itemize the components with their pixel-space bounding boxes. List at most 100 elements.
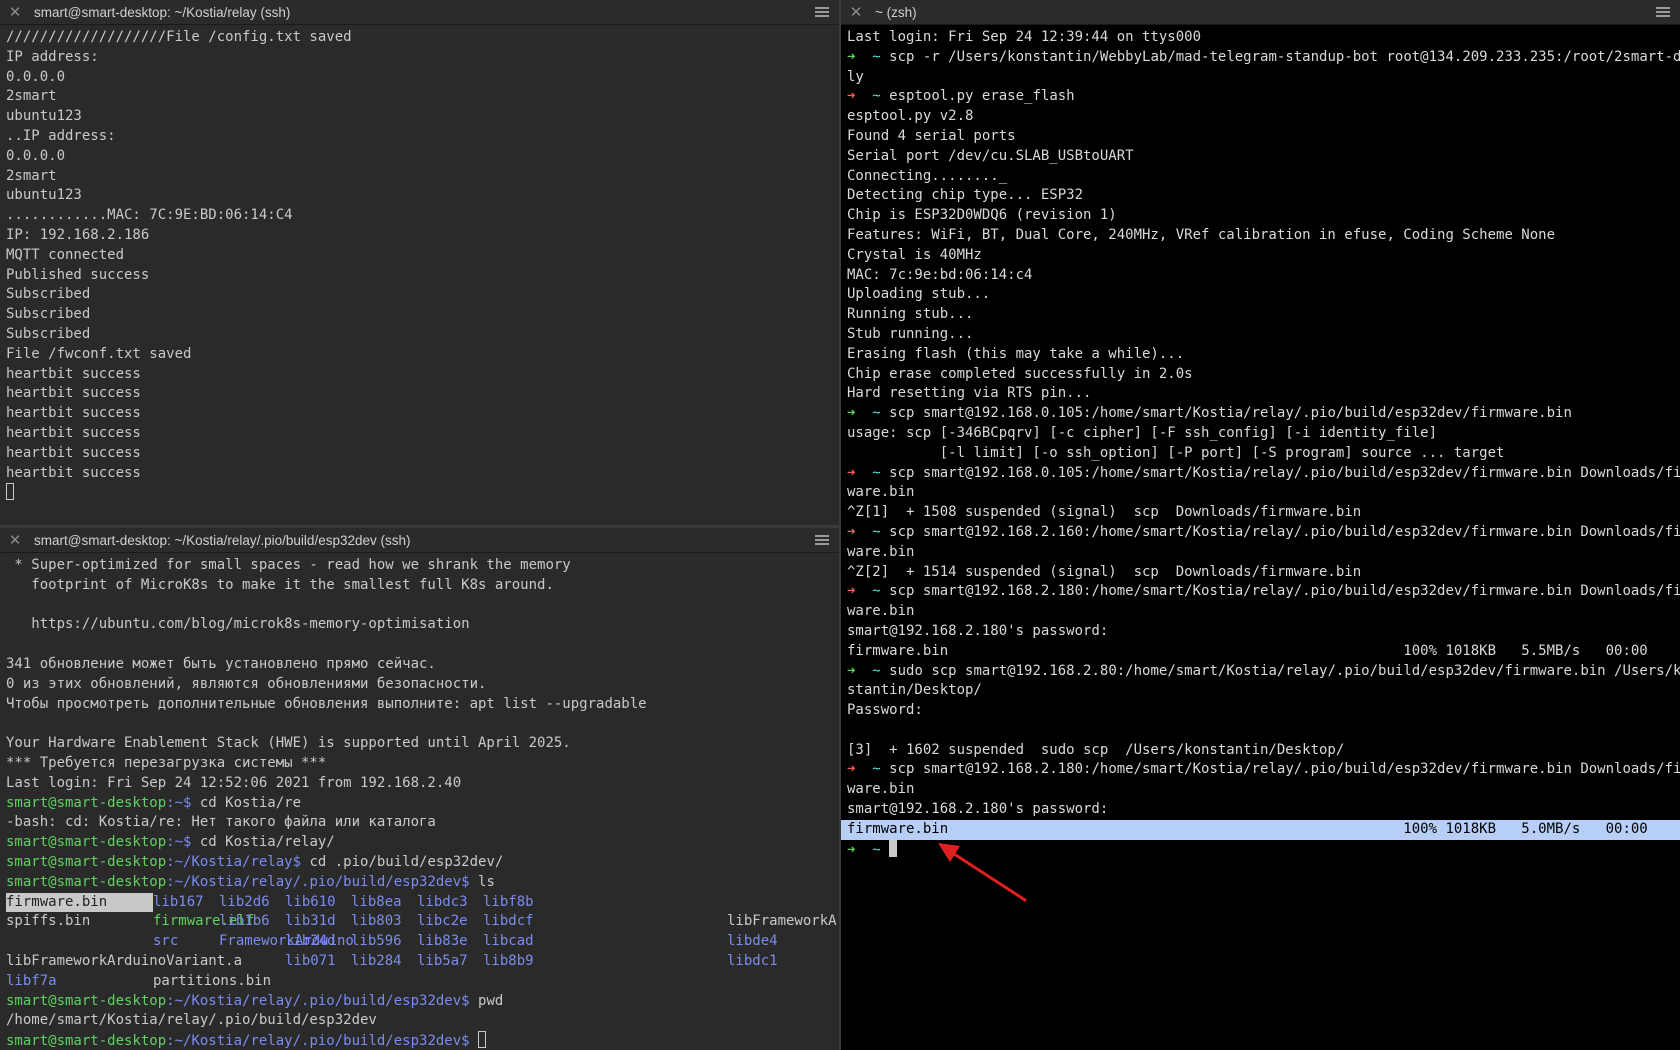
prompt-line: smart@smart-desktop:~/Kostia/relay$ cd .… [6,853,839,873]
output-line: Last login: Fri Sep 24 12:39:44 on ttys0… [847,29,1202,45]
prompt-path: :~/Kostia/relay/.pio/build/esp32dev$ [166,873,479,890]
prompt-dir: ~ [872,841,881,858]
output-line: ..IP address: [6,127,116,144]
close-icon[interactable]: ✕ [6,3,24,21]
terminal-output[interactable]: ///////////////////File /config.txt save… [0,25,839,525]
prompt-dir: ~ [872,464,881,481]
prompt-dir: ~ [872,662,881,679]
status-arrow-icon: ➜ [847,523,856,540]
output-line: [-l limit] [-o ssh_option] [-P port] [-S… [847,444,1505,461]
command-line: ➜ ~ scp smart@192.168.2.180:/home/smart/… [847,760,1680,780]
ls-entry: libcad [483,933,534,950]
output-line: * Super-optimized for small spaces - rea… [6,557,571,573]
close-icon[interactable]: ✕ [6,531,24,549]
pane-top-left[interactable]: ✕ smart@smart-desktop: ~/Kostia/relay (s… [0,0,839,525]
prompt-path: :~$ [166,834,200,851]
terminal-output[interactable]: * Super-optimized for small spaces - rea… [0,553,839,1050]
command-text: scp smart@192.168.0.105:/home/smart/Kost… [889,405,1572,422]
output-line: Connecting........_ [847,167,1008,184]
output-line: ............MAC: 7C:9E:BD:06:14:C4 [6,207,293,224]
output-line: Subscribed [6,306,91,323]
prompt-user: smart@smart-desktop [6,992,167,1009]
output-line: Uploading stub... [847,286,991,303]
command-text: sudo scp smart@192.168.2.80:/home/smart/… [889,662,1680,679]
ls-listing[interactable]: firmware.bin lib167 lib2d6 lib610 lib8ea libd… [6,892,839,992]
prompt-user: smart@smart-desktop [6,794,167,811]
command-text: scp smart@192.168.2.160:/home/smart/Kost… [889,523,1680,540]
pane-titlebar[interactable]: ✕ smart@smart-desktop: ~/Kostia/relay (s… [0,0,839,25]
command-text: esptool.py erase_flash [889,88,1075,105]
hamburger-menu-icon[interactable] [1650,7,1676,17]
pane-bottom-left[interactable]: ✕ smart@smart-desktop: ~/Kostia/relay/.p… [0,528,839,1050]
output-line: Stub running... [847,325,974,342]
prompt-line: smart@smart-desktop:~/Kostia/relay/.pio/… [6,992,839,1012]
ls-entry: libFrameworkArduinoVariant.a [6,952,243,969]
hamburger-menu-icon[interactable] [809,535,835,545]
prompt-dir: ~ [872,48,881,65]
output-line: Чтобы просмотреть дополнительные обновле… [6,695,647,712]
prompt-dir: ~ [872,761,881,778]
ls-entry: libFrameworkArduino.a [727,913,839,930]
cursor [478,1031,487,1049]
command-text: pwd [478,992,504,1009]
output-line: MAC: 7c:9e:bd:06:14:c4 [847,266,1033,283]
command-text: scp smart@192.168.2.180:/home/smart/Kost… [889,583,1680,600]
prompt-dir: ~ [872,88,881,105]
output-line: ubuntu123 [6,187,82,204]
prompt-line: smart@smart-desktop:~/Kostia/relay/.pio/… [6,1031,839,1050]
ls-entry: libdc3 [417,893,468,910]
close-icon[interactable]: ✕ [847,3,865,21]
output-line: IP address: [6,48,99,65]
output-line: heartbit success [6,365,141,382]
prompt-path: :~$ [166,794,200,811]
ls-entry: lib167 [153,893,204,910]
output-line: 341 обновление может быть установлено пр… [6,655,436,672]
ls-entry [219,972,285,992]
prompt-user: smart@smart-desktop [6,873,167,890]
prompt-user: smart@smart-desktop [6,853,167,870]
output-line: heartbit success [6,444,141,461]
hamburger-menu-icon[interactable] [809,7,835,17]
highlighted-output-line: firmware.bin 100% 1018KB 5.0MB/s 00:00 [841,819,1680,840]
output-line: ware.bin [847,543,915,560]
command-text: scp smart@192.168.0.105:/home/smart/Kost… [889,464,1680,481]
output-line: ly [847,68,864,85]
ls-entry: lib8ea [351,893,402,910]
pane-titlebar[interactable]: ✕ ~ (zsh) [841,0,1680,25]
output-line: IP: 192.168.2.186 [6,226,150,243]
command-text: ls [478,873,495,890]
ls-entry [6,932,153,952]
prompt-user: smart@smart-desktop [6,834,167,851]
pane-title: ~ (zsh) [875,4,917,20]
output-line: footprint of MicroK8s to make it the sma… [6,576,554,593]
ls-entry: libc2e [417,913,468,930]
command-line: ➜ ~ scp smart@192.168.0.105:/home/smart/… [847,464,1680,484]
prompt-path: :~/Kostia/relay$ [166,853,310,870]
output-line: Subscribed [6,325,91,342]
ls-entry: lib24d [285,933,336,950]
pane-titlebar[interactable]: ✕ smart@smart-desktop: ~/Kostia/relay/.p… [0,528,839,553]
ls-entry: lib284 [351,952,402,969]
output-line: 0.0.0.0 [6,68,66,85]
prompt-dir: ~ [872,583,881,600]
prompt-user: smart@smart-desktop [6,1033,167,1050]
output-line: Crystal is 40MHz [847,246,982,263]
ls-entry: libf7a [6,972,57,989]
ls-entry: lib071 [285,952,336,969]
output-line: Running stub... [847,306,974,323]
output-line: /home/smart/Kostia/relay/.pio/build/esp3… [6,1012,377,1029]
output-line: Detecting chip type... ESP32 [847,187,1084,204]
ls-entry [153,952,219,972]
command-line: ➜ ~ sudo scp smart@192.168.2.80:/home/sm… [847,662,1680,682]
output-line: Your Hardware Enablement Stack (HWE) is … [6,735,571,752]
output-line: Serial port /dev/cu.SLAB_USBtoUART [847,147,1134,164]
output-line: 2smart [6,88,57,105]
ls-entry: lib5a7 [417,952,468,969]
status-arrow-icon: ➜ [847,662,856,679]
status-arrow-icon: ➜ [847,48,856,65]
output-line: heartbit success [6,405,141,422]
output-line: 0.0.0.0 [6,147,66,164]
ls-entry: libf8b [483,893,534,910]
output-line: MQTT connected [6,246,125,263]
